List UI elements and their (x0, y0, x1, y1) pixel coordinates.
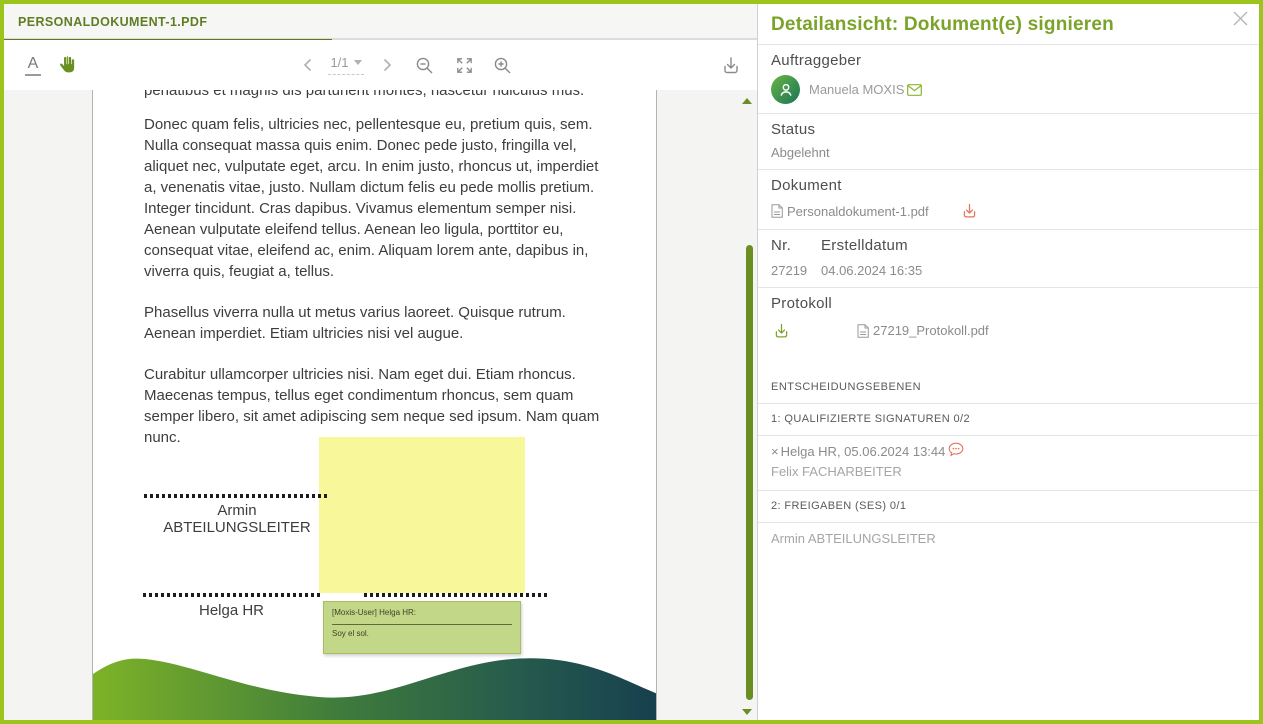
chevron-down-icon (354, 60, 362, 65)
viewer-toolbar: A 1/1 (4, 40, 757, 90)
note-author: [Moxis-User] Helga HR: (332, 608, 512, 617)
auftraggeber-name-text: Manuela MOXIS (809, 82, 904, 97)
download-document-button[interactable] (719, 40, 743, 90)
pdf-file-icon (771, 204, 783, 218)
pdf-paragraph: Curabitur ullamcorper ultricies nisi. Na… (144, 364, 608, 448)
scroll-down-arrow[interactable] (742, 709, 752, 715)
rejected-x-mark: × (771, 444, 779, 459)
hand-pan-tool-button[interactable] (54, 40, 84, 90)
pdf-page: penatibus et magnis dis parturient monte… (92, 90, 657, 720)
level-2-title: 2: FREIGABEN (SES) 0/1 (758, 491, 1259, 523)
signer-entry-pending: Armin ABTEILUNGSLEITER (771, 531, 1246, 546)
level-2-entries: Armin ABTEILUNGSLEITER (758, 523, 1259, 557)
footer-wave-graphic (93, 630, 657, 720)
page-indicator-dropdown[interactable]: 1/1 (320, 40, 372, 90)
download-icon-green (773, 322, 790, 339)
page-indicator-value: 1/1 (330, 55, 348, 70)
chevron-right-icon (383, 58, 392, 72)
section-dokument: Dokument Personaldokument-1.pdf (758, 170, 1259, 230)
app-window: PERSONALDOKUMENT-1.PDF A (0, 0, 1263, 724)
document-tabbar: PERSONALDOKUMENT-1.PDF (4, 4, 757, 40)
person-icon (777, 81, 795, 99)
signature-line (144, 494, 330, 498)
auftraggeber-label: Auftraggeber (771, 52, 1246, 69)
status-badge: Abgelehnt (771, 145, 1246, 160)
dokument-filename: Personaldokument-1.pdf (787, 204, 929, 219)
close-panel-button[interactable] (1231, 9, 1249, 27)
signer-entry-rejected: ×Helga HR, 05.06.2024 13:44 (771, 444, 1246, 459)
download-dokument-button[interactable] (961, 202, 978, 219)
scrollbar-thumb[interactable] (746, 245, 753, 700)
section-status: Status Abgelehnt (758, 114, 1259, 170)
section-nr-erstelldatum: Nr. Erstelldatum 27219 04.06.2024 16:35 (758, 230, 1259, 288)
level-1-entries: ×Helga HR, 05.06.2024 13:44 Felix FACHAR… (758, 436, 1259, 491)
fullscreen-button[interactable] (450, 40, 478, 90)
fullscreen-expand-icon (455, 56, 474, 75)
pdf-file-icon (857, 324, 869, 338)
protokoll-filename: 27219_Protokoll.pdf (873, 323, 989, 338)
status-label: Status (771, 121, 1246, 138)
email-envelope-icon[interactable] (907, 84, 922, 96)
dokument-label: Dokument (771, 177, 1246, 194)
text-select-icon: A (25, 55, 42, 76)
signature-line (143, 593, 320, 597)
pdf-canvas: penatibus et magnis dis parturient monte… (4, 90, 757, 720)
previous-page-button[interactable] (298, 40, 316, 90)
document-tab[interactable]: PERSONALDOKUMENT-1.PDF (4, 4, 221, 40)
pdf-viewer: PERSONALDOKUMENT-1.PDF A (4, 4, 757, 720)
signer-entry-text: Helga HR, 05.06.2024 13:44 (781, 444, 946, 459)
hand-icon (58, 54, 80, 76)
section-protokoll: Protokoll 27219_Protokoll.pdf (758, 288, 1259, 351)
zoom-in-icon (493, 56, 512, 75)
next-page-button[interactable] (378, 40, 396, 90)
detail-panel-title: Detailansicht: Dokument(e) signieren (771, 14, 1259, 36)
detail-panel: Detailansicht: Dokument(e) signieren Auf… (757, 4, 1259, 720)
dokument-file-link[interactable]: Personaldokument-1.pdf (771, 204, 929, 219)
rejection-comment-button[interactable] (948, 442, 964, 457)
nr-label: Nr. (771, 237, 821, 254)
signature-name-helga: Helga HR (143, 602, 320, 619)
erstelldatum-value: 04.06.2024 16:35 (821, 263, 1246, 278)
protokoll-file-link[interactable]: 27219_Protokoll.pdf (857, 323, 989, 338)
note-divider (332, 624, 512, 625)
text-select-tool-button[interactable]: A (20, 40, 46, 90)
protokoll-label: Protokoll (771, 295, 1246, 312)
close-icon (1233, 11, 1248, 26)
nr-value: 27219 (771, 263, 821, 278)
download-icon-red (961, 202, 978, 219)
signature-field-highlight[interactable] (319, 437, 525, 593)
zoom-out-icon (415, 56, 434, 75)
scroll-up-arrow[interactable] (742, 98, 752, 104)
zoom-in-button[interactable] (488, 40, 516, 90)
entscheidungsebenen-heading: ENTSCHEIDUNGSEBENEN (758, 381, 1259, 404)
level-1-title: 1: QUALIFIZIERTE SIGNATUREN 0/2 (758, 404, 1259, 436)
erstelldatum-label: Erstelldatum (821, 237, 1246, 254)
signature-line (364, 593, 550, 597)
document-tab-label: PERSONALDOKUMENT-1.PDF (18, 15, 207, 29)
download-icon (721, 55, 741, 75)
signature-name-armin: Armin ABTEILUNGSLEITER (144, 502, 330, 536)
zoom-out-button[interactable] (410, 40, 438, 90)
pdf-paragraph: Donec quam felis, ultricies nec, pellent… (144, 114, 608, 282)
signer-entry-pending: Felix FACHARBEITER (771, 464, 1246, 479)
download-protokoll-button[interactable] (773, 322, 790, 339)
pdf-paragraph: Phasellus viverra nulla ut metus varius … (144, 302, 608, 344)
comment-bubble-icon (948, 442, 964, 457)
section-auftraggeber: Auftraggeber Manuela MOXIS (758, 45, 1259, 114)
avatar (771, 75, 800, 104)
auftraggeber-name: Manuela MOXIS (809, 82, 922, 97)
chevron-left-icon (303, 58, 312, 72)
detail-panel-header: Detailansicht: Dokument(e) signieren (758, 4, 1259, 45)
pdf-paragraph-clipped: penatibus et magnis dis parturient monte… (144, 90, 608, 101)
